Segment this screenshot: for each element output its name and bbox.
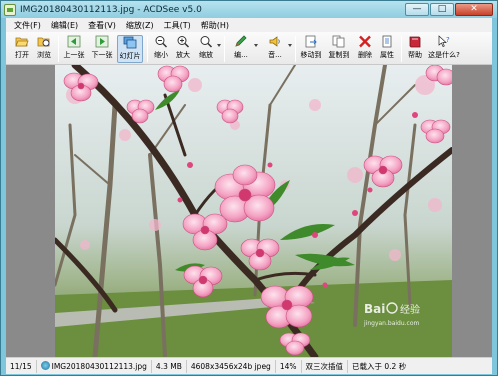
- browse-button[interactable]: 浏览: [34, 35, 54, 63]
- delete-button[interactable]: 删除: [355, 35, 375, 63]
- audio-dropdown-icon[interactable]: [288, 44, 292, 47]
- audio-button[interactable]: 音...: [264, 35, 286, 63]
- delete-x-icon: [358, 35, 372, 48]
- image-viewer-canvas[interactable]: Bai 经验 jingyan.baidu.com: [6, 65, 492, 357]
- open-button[interactable]: 打开: [12, 35, 32, 63]
- zoom-in-icon: [176, 35, 190, 48]
- edit-label: 编...: [234, 51, 248, 59]
- watermark-suffix: 经验: [400, 303, 420, 316]
- watermark-site: jingyan.baidu.com: [363, 320, 420, 327]
- copy-to-icon: [332, 35, 346, 48]
- zoom-label: 缩放: [199, 51, 213, 59]
- file-size: 4.3 MB: [152, 359, 187, 373]
- move-to-label: 移动到: [300, 51, 322, 59]
- image-position: 11/15: [6, 359, 37, 373]
- edit-button[interactable]: 编...: [230, 35, 252, 63]
- help-book-icon: [408, 35, 422, 48]
- baidu-watermark-logo: Bai 经验 jingyan.baidu.com: [363, 302, 420, 327]
- menu-file[interactable]: 文件(F): [9, 20, 46, 31]
- zoom-button[interactable]: 缩放: [195, 35, 217, 63]
- copy-to-label: 复制到: [328, 51, 350, 59]
- properties-button[interactable]: 属性: [377, 35, 397, 63]
- menu-bar: 文件(F) 编辑(E) 查看(V) 缩放(Z) 工具(T) 帮助(H): [6, 18, 492, 32]
- minimize-button[interactable]: —: [405, 3, 429, 16]
- toolbar-separator: [147, 36, 148, 62]
- menu-view[interactable]: 查看(V): [83, 20, 121, 31]
- toolbar-separator: [58, 36, 59, 62]
- properties-icon: [380, 35, 394, 48]
- browse-label: 浏览: [37, 51, 51, 59]
- peach-blossom-photo: Bai 经验 jingyan.baidu.com: [55, 65, 452, 357]
- previous-button[interactable]: 上一张: [62, 35, 86, 63]
- properties-label: 属性: [380, 51, 394, 59]
- slideshow-label: 幻灯片: [119, 52, 141, 60]
- previous-label: 上一张: [63, 51, 85, 59]
- app-window: IMG20180430112113.jpg - ACDSee v5.0 — □ …: [0, 0, 498, 376]
- edit-dropdown-icon[interactable]: [254, 44, 258, 47]
- zoom-in-label: 放大: [176, 51, 190, 59]
- toolbar-separator: [401, 36, 402, 62]
- image-file-icon: [40, 360, 50, 370]
- move-to-button[interactable]: 移动到: [299, 35, 323, 63]
- toolbar-separator: [295, 36, 296, 62]
- title-bar[interactable]: IMG20180430112113.jpg - ACDSee v5.0 — □ …: [1, 1, 497, 18]
- window-controls: — □ ✕: [405, 3, 493, 16]
- maximize-button[interactable]: □: [430, 3, 454, 16]
- zoom-level: 14%: [276, 359, 302, 373]
- zoom-dropdown-icon[interactable]: [217, 44, 221, 47]
- open-label: 打开: [15, 51, 29, 59]
- window-title: IMG20180430112113.jpg - ACDSee v5.0: [20, 4, 202, 15]
- whats-this-label: 这是什么?: [428, 51, 460, 59]
- menu-edit[interactable]: 编辑(E): [46, 20, 83, 31]
- browse-icon: [37, 35, 51, 48]
- whats-this-icon: ?: [437, 35, 451, 48]
- edit-brush-icon: [234, 35, 248, 48]
- menu-tools[interactable]: 工具(T): [159, 20, 196, 31]
- slideshow-button[interactable]: 幻灯片: [117, 35, 143, 63]
- zoom-in-button[interactable]: 放大: [173, 35, 193, 63]
- copy-to-button[interactable]: 复制到: [327, 35, 351, 63]
- help-button[interactable]: 帮助: [405, 35, 425, 63]
- folder-open-icon: [15, 35, 29, 48]
- zoom-out-label: 缩小: [154, 51, 168, 59]
- audio-label: 音...: [268, 51, 282, 59]
- svg-text:?: ?: [446, 36, 450, 44]
- arrow-left-icon: [67, 35, 81, 48]
- load-time: 已载入于 0.2 秒: [352, 361, 407, 371]
- whats-this-button[interactable]: ? 这是什么?: [427, 35, 461, 63]
- move-to-icon: [304, 35, 318, 48]
- interpolation-mode: 双三次插值: [302, 359, 348, 373]
- toolbar: 打开 浏览 上一张 下一张 幻灯片 缩小 放大 缩放 编... 音... 移动到…: [6, 32, 492, 65]
- toolbar-separator: [224, 36, 225, 62]
- menu-zoom[interactable]: 缩放(Z): [121, 20, 159, 31]
- status-filename: IMG20180430112113.jpg: [51, 361, 147, 371]
- watermark-brand: Bai: [364, 302, 385, 316]
- zoom-out-icon: [154, 35, 168, 48]
- slideshow-icon: [123, 36, 137, 49]
- next-button[interactable]: 下一张: [90, 35, 114, 63]
- speaker-icon: [268, 35, 282, 48]
- magnifier-icon: [199, 35, 213, 48]
- menu-help[interactable]: 帮助(H): [196, 20, 234, 31]
- filename-cell: IMG20180430112113.jpg: [37, 359, 152, 373]
- help-label: 帮助: [408, 51, 422, 59]
- delete-label: 删除: [358, 51, 372, 59]
- next-label: 下一张: [91, 51, 113, 59]
- zoom-out-button[interactable]: 缩小: [151, 35, 171, 63]
- app-icon: [4, 3, 16, 16]
- arrow-right-icon: [95, 35, 109, 48]
- image-dimensions: 4608x3456x24b jpeg: [187, 359, 276, 373]
- status-bar: 11/15 IMG20180430112113.jpg 4.3 MB 4608x…: [6, 357, 492, 374]
- close-button[interactable]: ✕: [455, 3, 493, 16]
